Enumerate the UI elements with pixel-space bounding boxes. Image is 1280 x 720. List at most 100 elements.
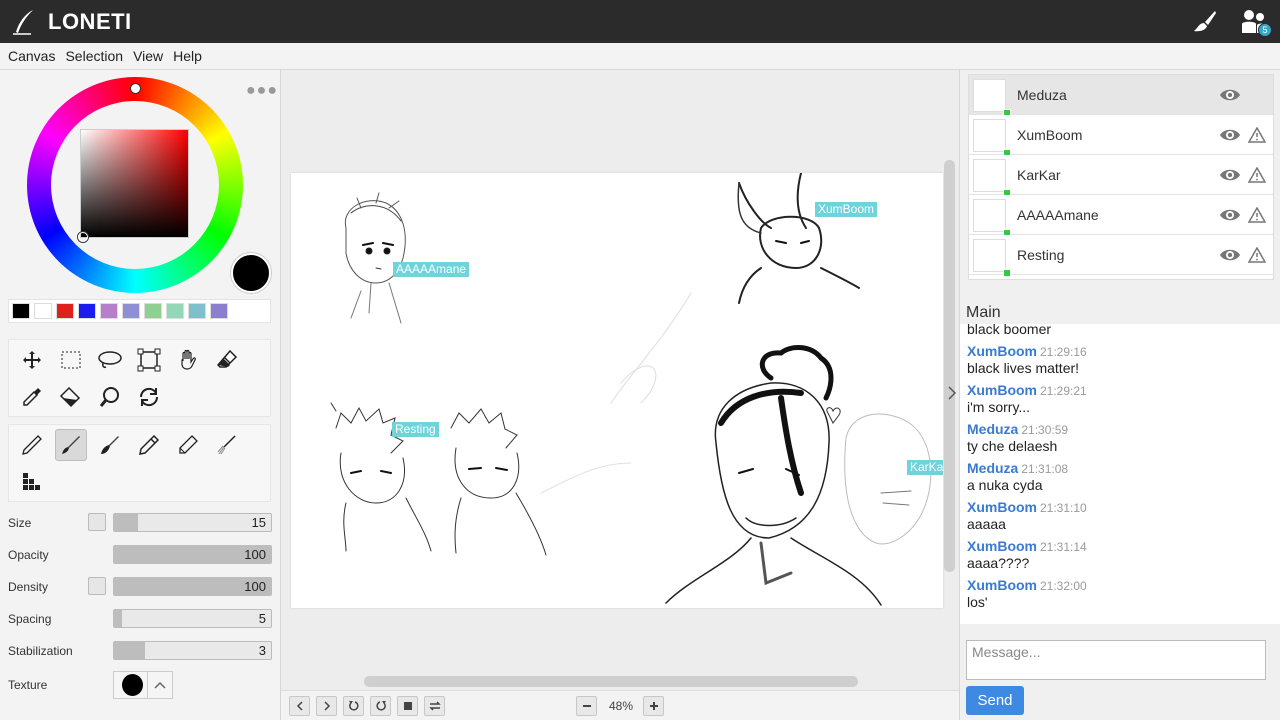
message-author[interactable]: XumBoom [967,343,1037,359]
rotate-tool[interactable] [133,381,165,413]
color-handle[interactable] [78,232,88,242]
palette-swatch[interactable] [210,303,228,319]
message-time: 21:32:00 [1040,579,1087,593]
zoom-tool[interactable] [94,381,126,413]
lasso-tool[interactable] [94,344,126,376]
menu-view[interactable]: View [128,48,168,64]
flip-button[interactable] [424,696,445,716]
palette-swatch[interactable] [166,303,184,319]
stabilization-slider[interactable]: 3 [113,641,272,660]
eye-icon[interactable] [1219,87,1241,103]
chat-messages: KarKar21:29:02black boomerXumBoom21:29:1… [960,324,1280,624]
eyedropper-tool[interactable] [16,381,48,413]
saturation-value-picker[interactable] [80,129,189,238]
slider-value: 100 [244,547,266,562]
layer-name: Meduza [1017,87,1067,103]
dither-tool[interactable] [16,466,48,498]
paint-brush-tool[interactable] [94,429,126,461]
slider-fill [114,514,138,531]
marker-tool[interactable] [172,429,204,461]
layer-row[interactable]: Meduza [969,75,1273,117]
size-pressure-toggle[interactable] [88,513,106,531]
slider-label: Opacity [8,548,49,562]
stop-button[interactable] [397,696,418,716]
menu-canvas[interactable]: Canvas [3,48,60,64]
message-author[interactable]: XumBoom [967,577,1037,593]
layer-row[interactable]: KarKar [969,155,1273,197]
users-button[interactable]: 5 [1238,6,1272,38]
paint-brush-icon [101,436,119,454]
move-tool[interactable] [16,344,48,376]
top-bar: LONETI 5 [0,0,1280,43]
layer-row[interactable]: XumBoom [969,115,1273,157]
message-author[interactable]: XumBoom [967,538,1037,554]
warning-icon[interactable] [1248,127,1266,143]
spacing-slider[interactable]: 5 [113,609,272,628]
brush-settings-button[interactable] [1188,6,1220,38]
eraser-tool[interactable] [211,344,243,376]
message-author[interactable]: XumBoom [967,382,1037,398]
message-author[interactable]: Meduza [967,421,1018,437]
airbrush-tool[interactable] [211,429,243,461]
eye-icon[interactable] [1219,127,1241,143]
warning-icon[interactable] [1248,167,1266,183]
drawing-canvas[interactable]: AAAAAmane XumBoom Resting KarKar [291,173,943,608]
brush-tool[interactable] [55,429,87,461]
density-pressure-toggle[interactable] [88,577,106,595]
slider-label: Stabilization [8,644,73,658]
message-input[interactable]: Message... [966,640,1266,680]
eye-icon[interactable] [1219,207,1241,223]
redo-icon [375,701,386,711]
rect-select-tool[interactable] [55,344,87,376]
layer-row[interactable]: AAAAAmane [969,195,1273,237]
eye-icon[interactable] [1219,247,1241,263]
undo-button[interactable] [343,696,364,716]
palette-swatch[interactable] [144,303,162,319]
hand-tool[interactable] [172,344,204,376]
opacity-slider[interactable]: 100 [113,545,272,564]
layer-row[interactable]: Resting [969,235,1273,277]
density-slider[interactable]: 100 [113,577,272,596]
eye-icon[interactable] [1219,167,1241,183]
scroll-right-button[interactable] [316,696,337,716]
palette-swatch[interactable] [122,303,140,319]
texture-picker[interactable] [113,671,173,699]
horizontal-scrollbar[interactable] [364,676,858,687]
zoom-in-button[interactable] [643,696,664,716]
pen-tool[interactable] [16,429,48,461]
palette-swatch[interactable] [188,303,206,319]
redo-button[interactable] [370,696,391,716]
plus-icon [649,702,658,710]
pencil-tool[interactable] [133,429,165,461]
size-slider[interactable]: 15 [113,513,272,532]
current-color-swatch[interactable] [231,253,271,293]
menu-help[interactable]: Help [168,48,207,64]
zoom-out-button[interactable] [576,696,597,716]
menu-selection[interactable]: Selection [60,48,128,64]
fill-tool[interactable] [55,381,87,413]
slider-fill [114,610,122,627]
slider-row-density: Density 100 [8,576,272,598]
chat-message: XumBoom 21:32:00 los' [967,577,1087,610]
palette-swatch[interactable] [100,303,118,319]
move-icon [23,351,41,369]
message-author[interactable]: Meduza [967,460,1018,476]
more-options-icon[interactable]: ●●● [246,82,278,100]
message-author[interactable]: XumBoom [967,499,1037,515]
hue-handle[interactable] [130,83,141,94]
scroll-left-button[interactable] [289,696,310,716]
chevron-right-icon [323,701,330,711]
palette-swatch[interactable] [78,303,96,319]
transform-tool[interactable] [133,344,165,376]
warning-icon[interactable] [1248,247,1266,263]
chevron-up-icon[interactable] [147,672,172,698]
chat-message: XumBoom 21:29:21 i'm sorry... [967,382,1087,415]
palette-swatch[interactable] [34,303,52,319]
palette-swatch[interactable] [56,303,74,319]
fill-icon [59,386,81,408]
palette-swatch[interactable] [12,303,30,319]
vertical-scrollbar[interactable] [944,160,955,572]
warning-icon[interactable] [1248,207,1266,223]
send-button[interactable]: Send [966,686,1024,715]
chevron-right-icon[interactable] [948,386,957,403]
